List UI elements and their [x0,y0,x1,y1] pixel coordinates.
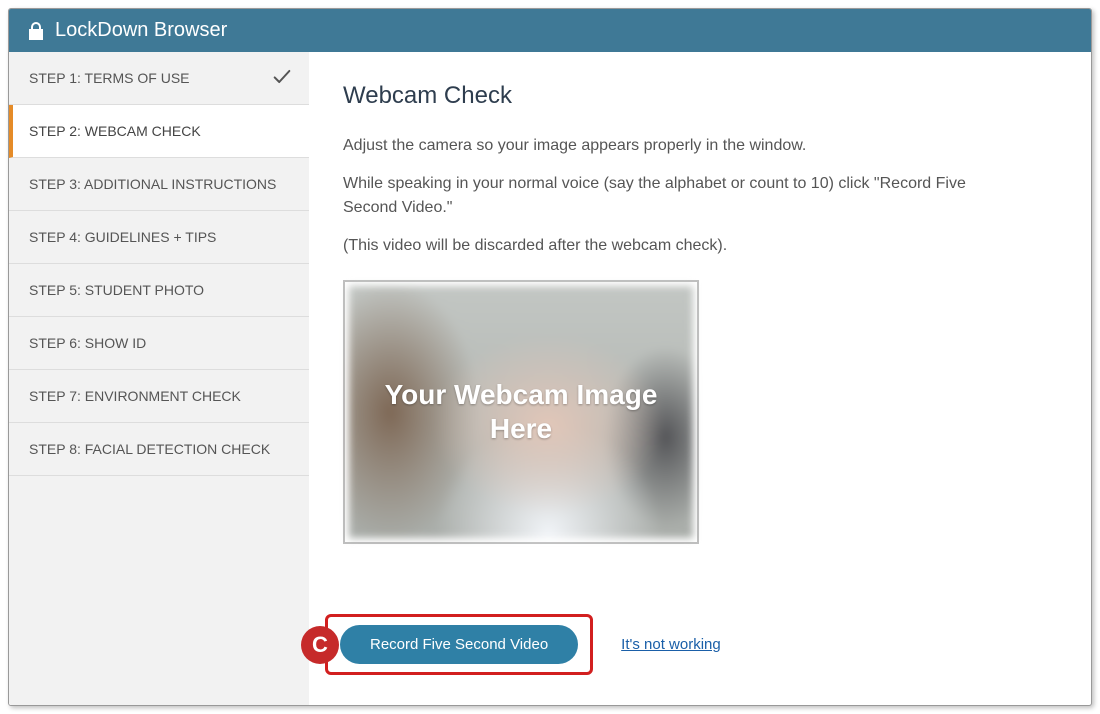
sidebar-item-label: STEP 3: ADDITIONAL INSTRUCTIONS [29,176,276,192]
page-title: Webcam Check [343,82,1057,110]
sidebar-item-label: STEP 7: ENVIRONMENT CHECK [29,388,241,404]
annotation-highlight-box: Record Five Second Video [325,614,593,675]
sidebar-step-6[interactable]: STEP 6: SHOW ID [9,317,309,370]
instruction-text-2: While speaking in your normal voice (say… [343,172,1023,220]
sidebar-item-label: STEP 6: SHOW ID [29,335,146,351]
sidebar-step-8[interactable]: STEP 8: FACIAL DETECTION CHECK [9,423,309,476]
lock-icon [27,21,45,41]
not-working-link[interactable]: It's not working [621,636,721,653]
sidebar-item-label: STEP 5: STUDENT PHOTO [29,282,204,298]
record-video-button[interactable]: Record Five Second Video [340,625,578,664]
app-window: LockDown Browser STEP 1: TERMS OF USE ST… [8,8,1092,706]
action-row: C Record Five Second Video It's not work… [301,614,721,675]
sidebar-step-5[interactable]: STEP 5: STUDENT PHOTO [9,264,309,317]
sidebar-step-1[interactable]: STEP 1: TERMS OF USE [9,52,309,105]
annotation-badge-c: C [301,626,339,664]
sidebar-step-3[interactable]: STEP 3: ADDITIONAL INSTRUCTIONS [9,158,309,211]
main-content: Webcam Check Adjust the camera so your i… [309,52,1091,705]
webcam-overlay-text: Your Webcam Image Here [349,286,693,538]
sidebar-step-7[interactable]: STEP 7: ENVIRONMENT CHECK [9,370,309,423]
sidebar-item-label: STEP 8: FACIAL DETECTION CHECK [29,441,270,457]
webcam-preview: Your Webcam Image Here [343,280,699,544]
instruction-text-1: Adjust the camera so your image appears … [343,134,1023,158]
app-title: LockDown Browser [55,19,227,42]
sidebar: STEP 1: TERMS OF USE STEP 2: WEBCAM CHEC… [9,52,309,705]
body: STEP 1: TERMS OF USE STEP 2: WEBCAM CHEC… [9,52,1091,705]
sidebar-step-4[interactable]: STEP 4: GUIDELINES + TIPS [9,211,309,264]
checkmark-icon [271,66,293,91]
sidebar-item-label: STEP 1: TERMS OF USE [29,70,190,86]
sidebar-step-2[interactable]: STEP 2: WEBCAM CHECK [9,105,309,158]
sidebar-item-label: STEP 2: WEBCAM CHECK [29,123,201,139]
sidebar-item-label: STEP 4: GUIDELINES + TIPS [29,229,216,245]
titlebar: LockDown Browser [9,9,1091,52]
instruction-text-3: (This video will be discarded after the … [343,234,1023,258]
